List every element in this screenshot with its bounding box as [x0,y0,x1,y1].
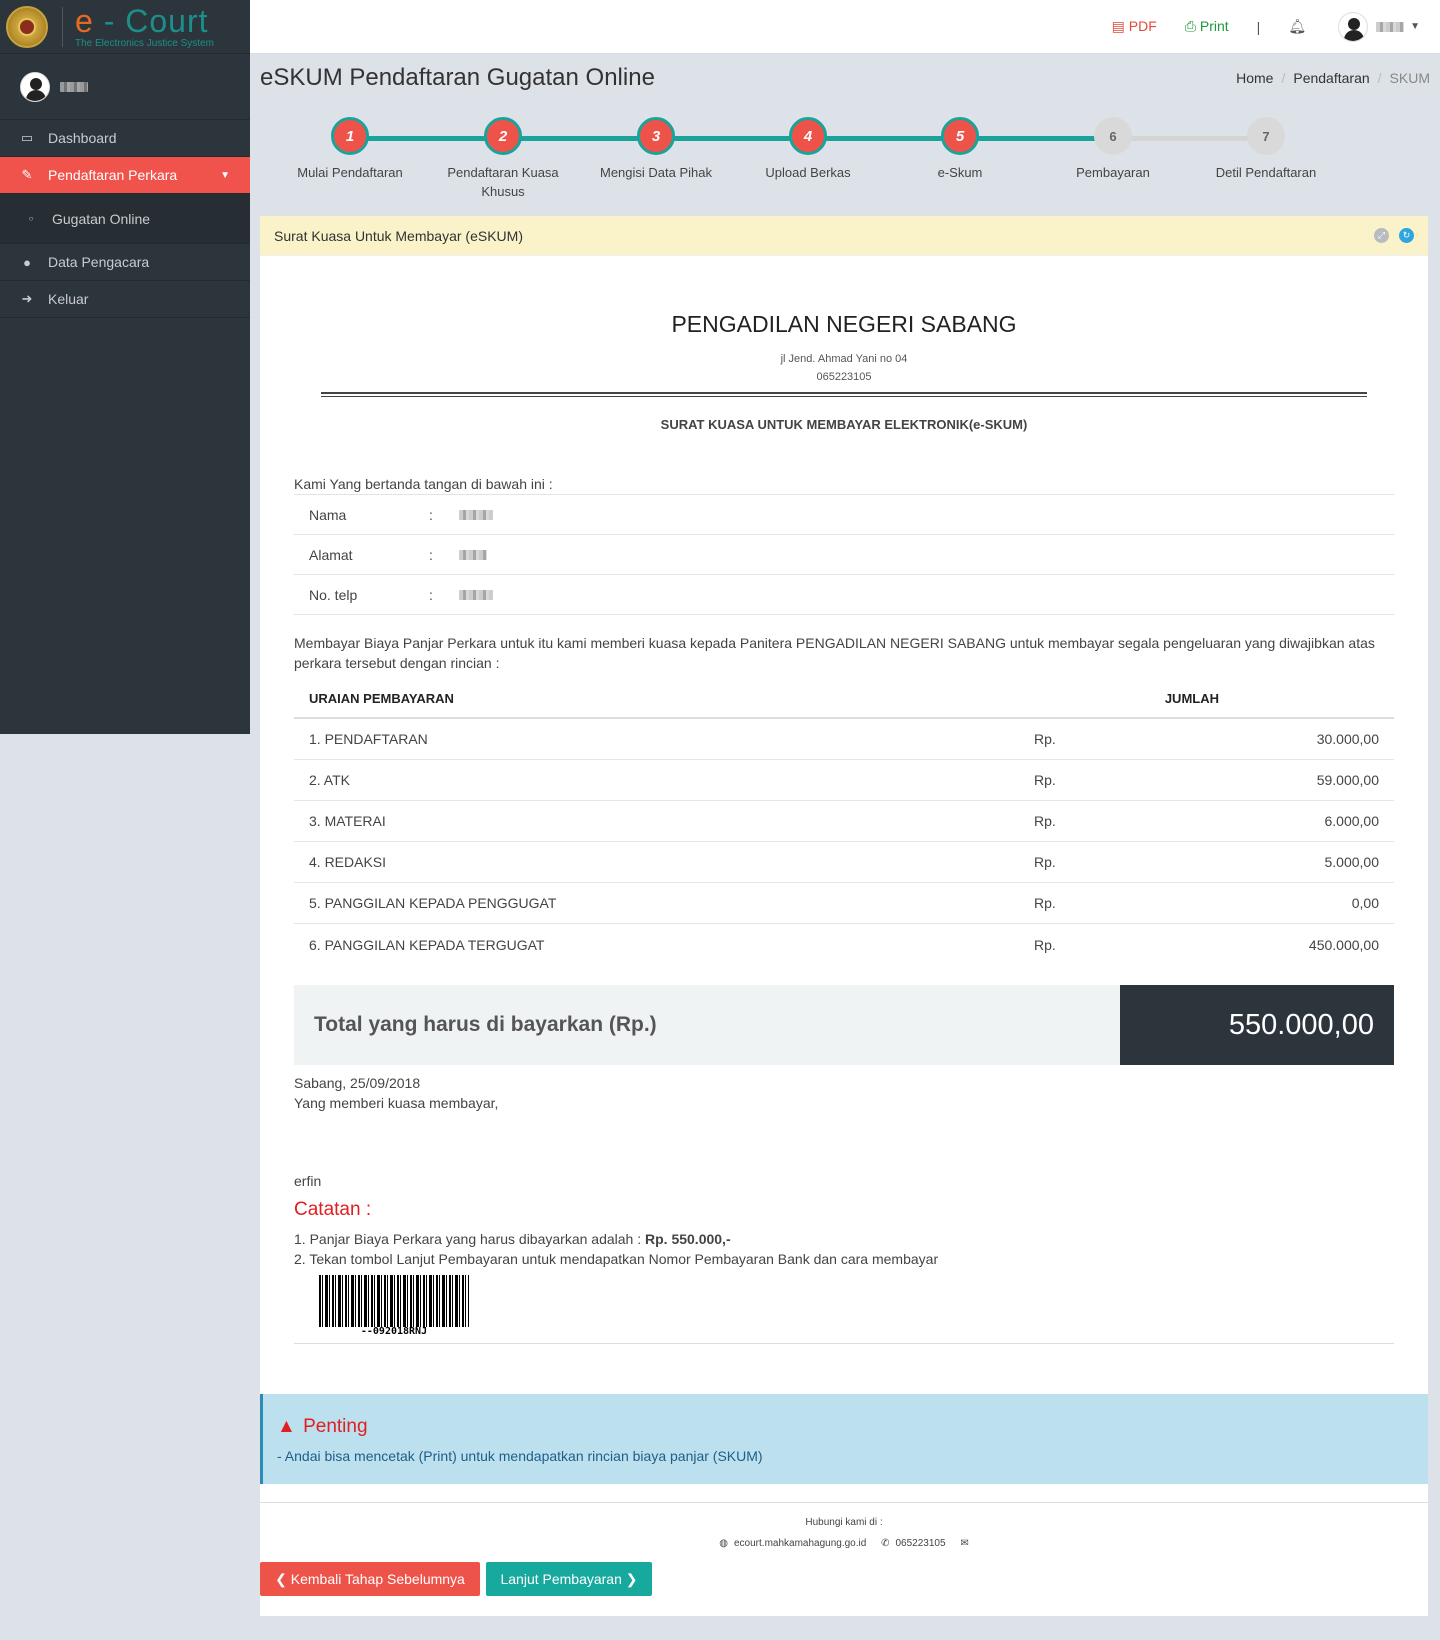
notes-title: Catatan : [294,1199,372,1220]
next-payment-button[interactable]: Lanjut Pembayaran ❯ [486,1562,652,1596]
brand-divider [62,6,63,47]
edit-icon: ✎ [21,167,33,182]
identity-row-nama: Nama: [294,494,1394,534]
redacted-value [459,509,493,520]
page-title: eSKUM Pendaftaran Gugatan Online [260,64,655,91]
total-label: Total yang harus di bayarkan (Rp.) [294,985,1120,1065]
caret-down-icon: ▼ [1410,21,1420,32]
note-1: 1. Panjar Biaya Perkara yang harus dibay… [294,1231,731,1247]
back-button[interactable]: ❮ Kembali Tahap Sebelumnya [260,1562,480,1596]
avatar [20,71,50,102]
caret-down-icon: ▼ [220,169,230,181]
court-name: PENGADILAN NEGERI SABANG [671,311,1017,337]
brand-title: e - Court [75,2,209,39]
signer-name: erfin [294,1173,322,1189]
progress-wizard: 1 Mulai Pendaftaran 2 Pendaftaran Kuasa Kh… [260,114,1428,204]
important-alert: ▲ Penting - Andai bisa mencetak (Print) … [260,1394,1428,1484]
letterhead-rule [321,392,1367,397]
warning-icon: ▲ [277,1416,296,1437]
document-divider [294,1343,1394,1344]
breadcrumb-current: SKUM [1389,70,1430,86]
breadcrumb-pendaftaran[interactable]: Pendaftaran [1293,70,1369,86]
wizard-step-2[interactable]: 2 Pendaftaran Kuasa Khusus [433,117,573,201]
fee-table: 1. PENDAFTARAN Rp. 30.000,00 2. ATK Rp. 59.0… [294,719,1394,965]
redacted-value [459,549,487,560]
contact-footer: Hubungi kami di : ◍ ecourt.mahkamahagung.… [260,1502,1428,1549]
fee-row: 1. PENDAFTARAN Rp. 30.000,00 [294,719,1394,760]
fee-row: 5. PANGGILAN KEPADA PENGGUGAT Rp. 0,00 [294,883,1394,924]
breadcrumb-home[interactable]: Home [1236,70,1273,86]
contact-details: ◍ ecourt.mahkamahagung.go.id ✆ 065223105 ✉ [719,1538,969,1549]
chevron-right-icon: ❯ [625,1570,638,1587]
envelope-icon[interactable]: ✉ [960,1538,968,1549]
wizard-step-1[interactable]: 1 Mulai Pendaftaran [280,117,420,182]
fee-row: 2. ATK Rp. 59.000,00 [294,760,1394,801]
globe-icon: ◍ [719,1538,728,1549]
pdf-icon: ▤ [1111,18,1125,34]
redacted-value [459,589,493,600]
identity-table: Nama: Alamat: No. telp: [294,494,1394,615]
sidebar-nav: ▭ Dashboard ✎ Pendaftaran Perkara ▼ ○ Gugata… [0,120,250,318]
redacted-username [60,81,88,92]
alert-message: - Andai bisa mencetak (Print) untuk mend… [277,1448,763,1464]
user-icon: ● [23,254,31,270]
expand-icon[interactable]: ⤢ [1374,228,1389,243]
avatar [1338,11,1369,42]
user-menu[interactable]: ▼ [1338,11,1420,42]
skum-document: PENGADILAN NEGERI SABANG jl Jend. Ahmad … [294,256,1394,1344]
alert-title: ▲ Penting [277,1416,368,1437]
court-logo [6,5,48,48]
chevron-left-icon: ❮ [275,1570,287,1587]
circle-icon: ○ [28,214,34,223]
sidebar-item-data-pengacara[interactable]: ● Data Pengacara [0,244,250,281]
fee-row: 6. PANGGILAN KEPADA TERGUGAT Rp. 450.000,0… [309,936,1379,953]
wizard-step-6[interactable]: 6 Pembayaran [1043,117,1183,182]
sidebar: e - Court The Electronics Justice System… [0,0,250,734]
wizard-step-7[interactable]: 7 Detil Pendaftaran [1196,117,1336,182]
bell-icon[interactable]: 🔔︎ [1288,18,1306,35]
brand[interactable]: e - Court The Electronics Justice System [0,0,250,54]
wizard-step-5[interactable]: 5 e-Skum [890,117,1030,182]
top-bar: ▤ PDF ⎙ Print | 🔔︎ ▼ [250,0,1440,54]
print-button[interactable]: ⎙ Print [1185,18,1229,35]
signature-block: Sabang, 25/09/2018 Yang memberi kuasa me… [294,1075,499,1111]
authorization-paragraph: Membayar Biaya Panjar Perkara untuk itu … [294,635,1375,671]
sidebar-item-dashboard[interactable]: ▭ Dashboard [0,120,250,157]
identity-row-telp: No. telp: [294,574,1394,614]
eskum-panel: Surat Kuasa Untuk Membayar (eSKUM) ⤢ ↻ P… [260,216,1428,1616]
fee-table-header: URAIAN PEMBAYARAN JUMLAH [294,679,1394,719]
total-value: 550.000,00 [1120,985,1394,1065]
panel-header: Surat Kuasa Untuk Membayar (eSKUM) ⤢ ↻ [260,216,1428,256]
pdf-button[interactable]: ▤ PDF [1112,18,1157,35]
phone-icon: ✆ [881,1538,890,1549]
barcode-bars [319,1275,469,1327]
topbar-separator: | [1256,18,1261,35]
total-box: Total yang harus di bayarkan (Rp.) 550.0… [294,985,1394,1065]
breadcrumb: Home / Pendaftaran / SKUM [1236,70,1430,86]
barcode-text: --092018RNJ [360,1326,428,1337]
wizard-step-3[interactable]: 3 Mengisi Data Pihak [586,117,726,182]
reload-icon[interactable]: ↻ [1399,228,1414,243]
laptop-icon: ▭ [20,130,34,145]
sidebar-user[interactable] [0,54,250,120]
note-2: 2. Tekan tombol Lanjut Pembayaran untuk … [294,1251,939,1267]
notes-list: 1. Panjar Biaya Perkara yang harus dibay… [294,1229,1394,1269]
printer-icon: ⎙ [1184,18,1196,34]
document-title: SURAT KUASA UNTUK MEMBAYAR ELEKTRONIK(e-… [660,417,1028,432]
redacted-username [1376,21,1405,32]
sidebar-item-pendaftaran-perkara[interactable]: ✎ Pendaftaran Perkara ▼ [0,157,250,194]
sign-out-icon: ➜ [21,291,33,306]
intro-text: Kami Yang bertanda tangan di bawah ini : [294,476,553,492]
sidebar-item-gugatan-online[interactable]: ○ Gugatan Online [0,194,250,244]
sidebar-item-keluar[interactable]: ➜ Keluar [0,281,250,318]
identity-row-alamat: Alamat: [294,534,1394,574]
fee-row: 3. MATERAI Rp. 6.000,00 [294,801,1394,842]
contact-label: Hubungi kami di : [805,1517,883,1528]
brand-subtitle: The Electronics Justice System [75,37,214,49]
payment-barcode: --092018RNJ [319,1275,469,1337]
wizard-step-4[interactable]: 4 Upload Berkas [738,117,878,182]
fee-row: 4. REDAKSI Rp. 5.000,00 [294,842,1394,883]
court-address: jl Jend. Ahmad Yani no 04 065223105 [780,353,908,383]
panel-title: Surat Kuasa Untuk Membayar (eSKUM) [274,227,523,244]
